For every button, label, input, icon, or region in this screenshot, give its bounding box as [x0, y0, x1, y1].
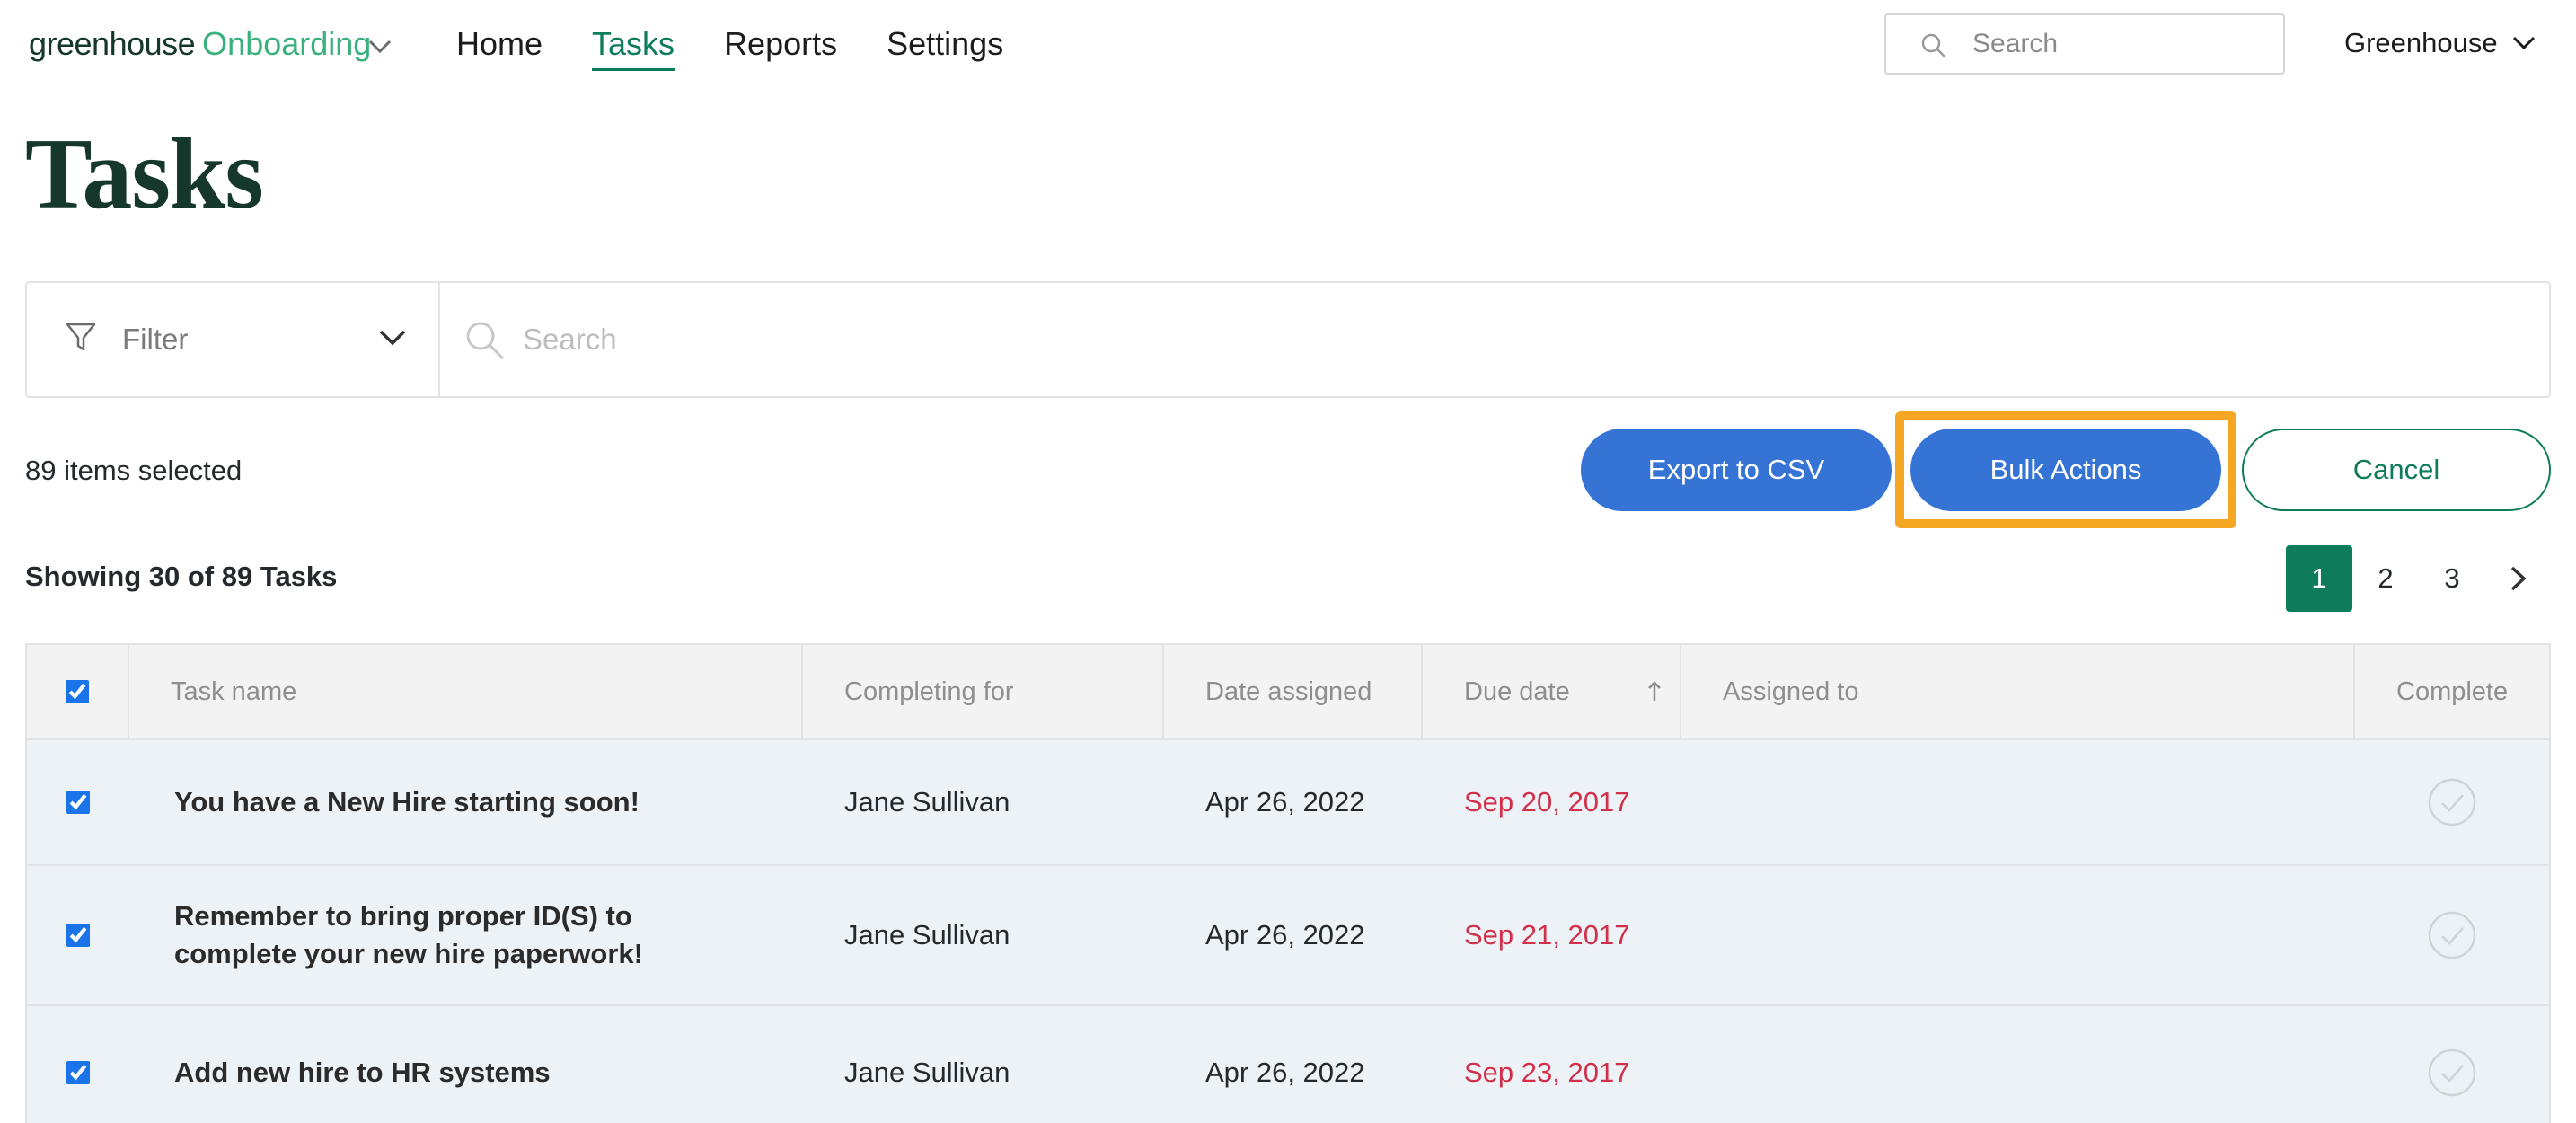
chevron-down-icon [379, 330, 406, 346]
column-header-task-name[interactable]: Task name [129, 645, 803, 738]
bulk-actions-button[interactable]: Bulk Actions [1910, 429, 2221, 511]
page-title: Tasks [25, 119, 264, 230]
filter-bar: Filter [25, 281, 2551, 398]
account-name: Greenhouse [2344, 27, 2498, 58]
complete-toggle[interactable] [2425, 740, 2479, 864]
completing-for: Jane Sullivan [844, 1057, 1010, 1088]
row-checkbox[interactable] [66, 791, 90, 814]
check-circle-icon [2428, 778, 2476, 827]
next-page-button[interactable] [2485, 545, 2552, 612]
column-header-label: Complete [2396, 676, 2509, 706]
table-row[interactable]: Add new hire to HR systems Jane Sullivan… [27, 1006, 2549, 1123]
row-select-cell [27, 866, 129, 1004]
column-header-due-date[interactable]: Due date [1423, 645, 1681, 738]
filter-dropdown[interactable]: Filter [27, 283, 440, 396]
account-menu[interactable]: Greenhouse [2344, 27, 2536, 59]
logo-product-name: Onboarding [202, 25, 372, 62]
date-assigned: Apr 26, 2022 [1205, 919, 1365, 951]
chevron-down-icon[interactable] [368, 40, 392, 54]
nav-link-tasks[interactable]: Tasks [592, 25, 675, 71]
selected-count: 89 items selected [25, 455, 243, 486]
row-select-cell [27, 740, 129, 864]
table-row[interactable]: Remember to bring proper ID(S) to comple… [27, 866, 2549, 1006]
due-date: Sep 23, 2017 [1464, 1057, 1630, 1088]
task-name[interactable]: Add new hire to HR systems [174, 1006, 713, 1123]
date-assigned: Apr 26, 2022 [1205, 786, 1365, 818]
column-header-complete[interactable]: Complete [2355, 645, 2549, 738]
export-csv-button[interactable]: Export to CSV [1581, 429, 1892, 511]
task-search[interactable] [440, 283, 2549, 396]
page-button-2[interactable]: 2 [2352, 545, 2419, 612]
column-header-label: Due date [1464, 676, 1570, 706]
select-all-cell [27, 645, 129, 738]
app-logo[interactable]: greenhouse Onboarding [29, 25, 371, 63]
due-date: Sep 20, 2017 [1464, 786, 1630, 818]
main-nav: Home Tasks Reports Settings [456, 25, 1003, 71]
complete-toggle[interactable] [2425, 1006, 2479, 1123]
nav-link-reports[interactable]: Reports [724, 25, 837, 71]
table-header: Task name Completing for Date assigned D… [27, 645, 2549, 740]
table-row[interactable]: You have a New Hire starting soon! Jane … [27, 740, 2549, 866]
nav-link-settings[interactable]: Settings [887, 25, 1003, 71]
top-navigation: greenhouse Onboarding Home Tasks Reports… [0, 0, 2576, 90]
column-header-label: Assigned to [1723, 676, 1859, 706]
check-circle-icon [2428, 911, 2476, 959]
column-header-label: Task name [171, 676, 297, 706]
filter-label: Filter [122, 323, 189, 356]
due-date: Sep 21, 2017 [1464, 919, 1630, 951]
task-name[interactable]: You have a New Hire starting soon! [174, 740, 713, 864]
logo-wordmark: greenhouse [29, 25, 196, 62]
funnel-icon [66, 323, 96, 351]
completing-for: Jane Sullivan [844, 786, 1010, 818]
column-header-completing-for[interactable]: Completing for [803, 645, 1164, 738]
row-checkbox[interactable] [66, 924, 90, 947]
column-header-label: Date assigned [1205, 676, 1372, 706]
nav-link-home[interactable]: Home [456, 25, 543, 71]
column-header-label: Completing for [844, 676, 1014, 706]
page-button-1[interactable]: 1 [2286, 545, 2352, 612]
search-icon [1921, 33, 1946, 58]
chevron-down-icon [2512, 36, 2535, 50]
completing-for: Jane Sullivan [844, 919, 1010, 951]
cancel-button[interactable]: Cancel [2242, 429, 2551, 511]
select-all-checkbox[interactable] [66, 680, 89, 703]
global-search-input[interactable] [1972, 29, 2269, 59]
tasks-table: Task name Completing for Date assigned D… [25, 643, 2551, 1123]
date-assigned: Apr 26, 2022 [1205, 1057, 1365, 1088]
row-select-cell [27, 1006, 129, 1123]
row-checkbox[interactable] [66, 1061, 90, 1084]
check-circle-icon [2428, 1048, 2476, 1097]
column-header-date-assigned[interactable]: Date assigned [1164, 645, 1423, 738]
page-button-3[interactable]: 3 [2419, 545, 2485, 612]
pagination: 1 2 3 [2286, 545, 2552, 612]
search-icon [466, 322, 505, 360]
global-search[interactable] [1884, 13, 2285, 75]
column-header-assigned-to[interactable]: Assigned to [1681, 645, 2355, 738]
arrow-up-icon [1648, 681, 1661, 701]
task-search-input[interactable] [523, 317, 2499, 362]
complete-toggle[interactable] [2425, 866, 2479, 1004]
task-name[interactable]: Remember to bring proper ID(S) to comple… [174, 866, 713, 1004]
showing-count: Showing 30 of 89 Tasks [25, 561, 338, 592]
chevron-right-icon [2510, 566, 2527, 591]
